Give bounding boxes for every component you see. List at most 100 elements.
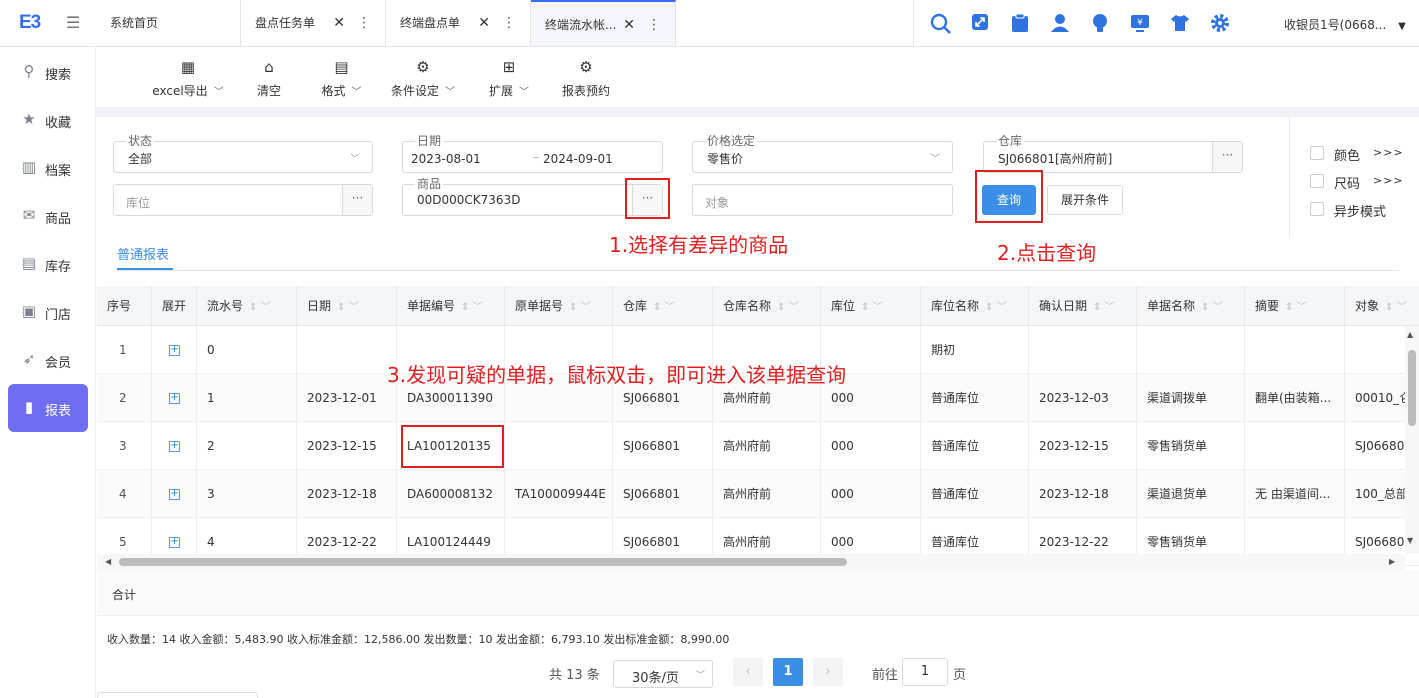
sort-icon[interactable]: ⇕ ﹀ xyxy=(1385,302,1407,313)
async-mode-checkbox[interactable] xyxy=(1310,202,1324,216)
color-checkbox[interactable] xyxy=(1310,146,1324,160)
close-icon[interactable]: ✕ xyxy=(478,0,490,46)
expand-row-icon[interactable]: + xyxy=(169,441,180,452)
vertical-scrollbar[interactable]: ▲ ▼ xyxy=(1405,326,1419,554)
search-icon[interactable] xyxy=(930,13,951,34)
column-header-location[interactable]: 库位 ⇕ ﹀ xyxy=(821,286,921,326)
color-more-link[interactable]: >>> xyxy=(1373,146,1404,159)
scroll-thumb[interactable] xyxy=(119,558,847,566)
expand-icon[interactable] xyxy=(970,13,990,33)
scroll-right-icon[interactable]: ▶ xyxy=(1389,557,1395,566)
status-select[interactable]: 状态 全部 ﹀ xyxy=(113,134,373,173)
more-vert-icon[interactable]: ⋮ xyxy=(357,0,371,46)
user-menu[interactable]: 收银员1号(0668... ▼ xyxy=(1284,16,1406,33)
clear-button[interactable]: ⌂ 清空 xyxy=(254,57,284,99)
goto-page-input[interactable]: 1 xyxy=(902,658,948,686)
close-icon[interactable]: ✕ xyxy=(333,0,345,46)
scroll-thumb[interactable] xyxy=(1408,350,1416,426)
cell-expand[interactable]: + xyxy=(152,326,197,374)
warehouse-field[interactable]: 仓库 SJ066801[高州府前] ··· xyxy=(983,134,1243,173)
sort-icon[interactable]: ⇕ ﹀ xyxy=(777,302,799,313)
sidebar-item-members[interactable]: ➶ 会员 xyxy=(8,336,88,384)
column-header-warehouse-name[interactable]: 仓库名称 ⇕ ﹀ xyxy=(713,286,821,326)
column-header-location-name[interactable]: 库位名称 ⇕ ﹀ xyxy=(921,286,1029,326)
page-number-current[interactable]: 1 xyxy=(773,658,803,686)
bulb-icon[interactable] xyxy=(1090,13,1110,33)
sort-icon[interactable]: ⇕ ﹀ xyxy=(1285,302,1307,313)
sort-icon[interactable]: ⇕ ﹀ xyxy=(1201,302,1223,313)
report-schedule-button[interactable]: ⚙ 报表预约 xyxy=(560,57,612,99)
column-header-doc-name[interactable]: 单据名称 ⇕ ﹀ xyxy=(1137,286,1245,326)
target-field[interactable]: 对象 xyxy=(692,184,953,216)
sidebar-item-stock[interactable]: ▤ 库存 xyxy=(8,240,88,288)
column-header-orig-doc[interactable]: 原单据号 ⇕ ﹀ xyxy=(505,286,613,326)
product-field[interactable]: 商品 00D000CK7363D ··· xyxy=(402,177,663,216)
expand-row-icon[interactable]: + xyxy=(169,537,180,548)
sort-icon[interactable]: ⇕ ﹀ xyxy=(569,302,591,313)
monitor-icon[interactable]: ¥ xyxy=(1130,13,1150,33)
scroll-up-icon[interactable]: ▲ xyxy=(1407,330,1413,339)
column-header-target[interactable]: 对象 ⇕ ﹀ xyxy=(1345,286,1419,326)
column-header-remark[interactable]: 摘要 ⇕ ﹀ xyxy=(1245,286,1345,326)
tab-home[interactable]: 系统首页 xyxy=(96,0,241,46)
cell-seq: 2 xyxy=(97,374,152,422)
tab-terminal-ledger[interactable]: 终端流水帐... ✕ ⋮ xyxy=(531,0,676,46)
size-checkbox[interactable] xyxy=(1310,174,1324,188)
sort-icon[interactable]: ⇕ ﹀ xyxy=(337,302,359,313)
sidebar-item-products[interactable]: ✉ 商品 xyxy=(8,192,88,240)
close-icon[interactable]: ✕ xyxy=(623,2,635,48)
expand-conditions-button[interactable]: 展开条件 xyxy=(1047,185,1123,215)
sort-icon[interactable]: ⇕ ﹀ xyxy=(1093,302,1115,313)
column-header-warehouse[interactable]: 仓库 ⇕ ﹀ xyxy=(613,286,713,326)
sidebar-item-stores[interactable]: ▣ 门店 xyxy=(8,288,88,336)
tab-terminal-count[interactable]: 终端盘点单 ✕ ⋮ xyxy=(386,0,531,46)
date-end[interactable]: 2024-09-01 xyxy=(543,152,613,166)
sort-icon[interactable]: ⇕ ﹀ xyxy=(461,302,483,313)
scroll-left-icon[interactable]: ◀ xyxy=(105,557,111,566)
excel-export-button[interactable]: ▦ excel导出 ﹀ xyxy=(151,57,225,99)
prev-page-button[interactable]: ‹ xyxy=(733,658,763,686)
horizontal-scrollbar[interactable]: ◀ ▶ xyxy=(97,554,1405,570)
more-vert-icon[interactable]: ⋮ xyxy=(502,0,516,46)
sort-icon[interactable]: ⇕ ﹀ xyxy=(861,302,883,313)
date-range-picker[interactable]: 日期 2023-08-01 2024-09-01 xyxy=(402,134,663,173)
more-horiz-icon[interactable]: ··· xyxy=(342,185,372,215)
format-button[interactable]: ▤ 格式 ﹀ xyxy=(314,57,369,99)
tab-normal-report[interactable]: 普通报表 xyxy=(117,244,169,263)
scroll-down-icon[interactable]: ▼ xyxy=(1407,536,1413,545)
date-start[interactable]: 2023-08-01 xyxy=(411,152,481,166)
sidebar-item-reports[interactable]: ▮ 报表 xyxy=(8,384,88,432)
cell-expand[interactable]: + xyxy=(152,422,197,470)
tool-label: 清空 xyxy=(256,84,281,98)
column-header-date[interactable]: 日期 ⇕ ﹀ xyxy=(297,286,397,326)
column-header-doc-no[interactable]: 单据编号 ⇕ ﹀ xyxy=(397,286,505,326)
expand-row-icon[interactable]: + xyxy=(169,489,180,500)
clipboard-icon[interactable] xyxy=(1010,13,1030,33)
user-icon[interactable] xyxy=(1050,13,1070,33)
price-type-select[interactable]: 价格选定 零售价 ﹀ xyxy=(692,134,953,173)
gear-icon[interactable] xyxy=(1210,13,1230,33)
sidebar-item-search[interactable]: ⚲ 搜索 xyxy=(8,48,88,96)
expand-row-icon[interactable]: + xyxy=(169,393,180,404)
sidebar-item-favorites[interactable]: ★ 收藏 xyxy=(8,96,88,144)
sidebar-item-archive[interactable]: ▥ 档案 xyxy=(8,144,88,192)
cell-expand[interactable]: + xyxy=(152,374,197,422)
size-more-link[interactable]: >>> xyxy=(1373,174,1404,187)
page-size-select[interactable]: 30条/页 ﹀ xyxy=(613,660,713,688)
tab-inventory-task[interactable]: 盘点任务单 ✕ ⋮ xyxy=(241,0,386,46)
expand-row-icon[interactable]: + xyxy=(169,345,180,356)
condition-settings-button[interactable]: ⚙ 条件设定 ﹀ xyxy=(388,57,458,99)
more-vert-icon[interactable]: ⋮ xyxy=(647,2,661,48)
menu-collapse-icon[interactable]: ☰ xyxy=(66,13,80,32)
shirt-icon[interactable] xyxy=(1170,13,1190,33)
extend-button[interactable]: ⊞ 扩展 ﹀ xyxy=(486,57,532,99)
column-header-confirm-date[interactable]: 确认日期 ⇕ ﹀ xyxy=(1029,286,1137,326)
column-header-serial[interactable]: 流水号 ⇕ ﹀ xyxy=(197,286,297,326)
sort-icon[interactable]: ⇕ ﹀ xyxy=(653,302,675,313)
more-horiz-icon[interactable]: ··· xyxy=(1212,142,1242,172)
sort-icon[interactable]: ⇕ ﹀ xyxy=(985,302,1007,313)
location-field[interactable]: 库位 ··· xyxy=(113,184,373,216)
next-page-button[interactable]: › xyxy=(813,658,843,686)
cell-expand[interactable]: + xyxy=(152,470,197,518)
sort-icon[interactable]: ⇕ ﹀ xyxy=(249,302,271,313)
